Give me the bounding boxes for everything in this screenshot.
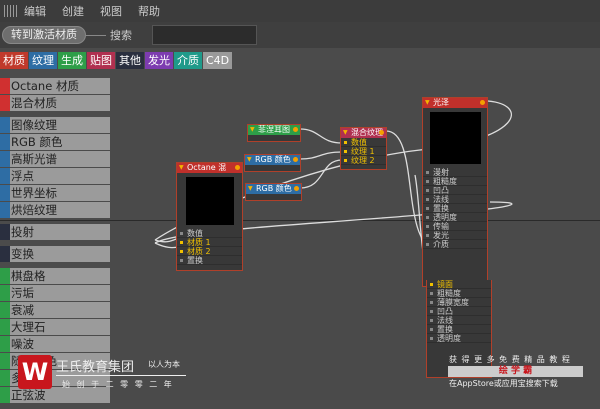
falloff-node[interactable]: 菲涅耳图 bbox=[247, 124, 301, 142]
input-port[interactable]: 薄膜宽度 bbox=[427, 298, 491, 307]
brand-slogan: 以人为本 bbox=[148, 360, 180, 369]
output-port[interactable] bbox=[379, 130, 384, 135]
output-port[interactable] bbox=[293, 127, 298, 132]
promo-text: 获 得 更 多 免 费 精 品 教 程 bbox=[449, 355, 571, 364]
divider bbox=[56, 375, 186, 376]
output-port[interactable] bbox=[235, 165, 240, 170]
promo-download: 在AppStore或应用宝搜索下载 bbox=[449, 379, 558, 388]
input-port[interactable]: 纹理 2 bbox=[341, 156, 386, 165]
node-title: Octane 混 bbox=[177, 163, 242, 173]
input-port[interactable]: 置换 bbox=[427, 325, 491, 334]
input-port[interactable]: 数值 bbox=[177, 229, 242, 238]
output-port[interactable] bbox=[480, 100, 485, 105]
input-port[interactable]: 传输 bbox=[423, 222, 487, 231]
wire bbox=[299, 151, 343, 160]
mix-texture-node[interactable]: 混合纹理 数值纹理 1纹理 2 bbox=[340, 127, 387, 170]
group-divider bbox=[0, 404, 110, 409]
brand-name: 王氏教育集团 bbox=[56, 360, 135, 375]
input-port[interactable]: 法线 bbox=[427, 316, 491, 325]
material-preview bbox=[185, 177, 234, 225]
wire bbox=[299, 128, 343, 144]
input-port[interactable]: 凹凸 bbox=[423, 186, 487, 195]
input-port[interactable]: 纹理 1 bbox=[341, 147, 386, 156]
input-port[interactable]: 透明度 bbox=[427, 334, 491, 343]
octane-mix-material-node[interactable]: Octane 混 数值材质 1材质 2置换 bbox=[176, 162, 243, 271]
glossy-material-node[interactable]: 光泽 漫射粗糙度凹凸法线置换透明度传输发光介质 bbox=[422, 97, 488, 287]
input-port[interactable]: 漫射 bbox=[423, 168, 487, 177]
input-port[interactable]: 粗糙度 bbox=[427, 289, 491, 298]
input-port[interactable]: 凹凸 bbox=[427, 307, 491, 316]
rgb-color-node[interactable]: RGB 颜色 bbox=[245, 183, 302, 201]
promo-app-name: 绘 学 霸 bbox=[448, 366, 583, 377]
rgb-color-node[interactable]: RGB 颜色 bbox=[244, 154, 301, 172]
input-port[interactable]: 材质 2 bbox=[177, 247, 242, 256]
input-port[interactable]: 置换 bbox=[423, 204, 487, 213]
input-port[interactable]: 数值 bbox=[341, 138, 386, 147]
input-port[interactable]: 介质 bbox=[423, 240, 487, 249]
material-preview bbox=[429, 112, 481, 164]
brand-subtitle: 始 创 于 二 零 零 二 年 bbox=[62, 380, 172, 389]
input-port[interactable]: 镜面 bbox=[427, 280, 491, 289]
node-title: RGB 颜色 bbox=[245, 155, 300, 165]
brand-logo: W bbox=[18, 355, 52, 389]
input-port[interactable]: 发光 bbox=[423, 231, 487, 240]
input-port[interactable]: 材质 1 bbox=[177, 238, 242, 247]
input-port[interactable]: 透明度 bbox=[423, 213, 487, 222]
output-port[interactable] bbox=[294, 186, 299, 191]
node-title: 光泽 bbox=[423, 98, 487, 108]
input-port[interactable]: 法线 bbox=[423, 195, 487, 204]
input-port[interactable]: 粗糙度 bbox=[423, 177, 487, 186]
wire bbox=[299, 159, 343, 189]
input-port[interactable]: 置换 bbox=[177, 256, 242, 265]
node-title: RGB 颜色 bbox=[246, 184, 301, 194]
output-port[interactable] bbox=[293, 157, 298, 162]
